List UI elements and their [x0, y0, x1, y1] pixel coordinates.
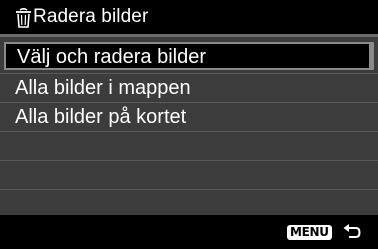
empty-menu-row — [0, 161, 378, 190]
menu-item-select-and-delete[interactable]: Välj och radera bilder — [4, 42, 374, 70]
menu-item-label: Alla bilder på kortet — [15, 106, 187, 128]
title-bar: Radera bilder — [0, 0, 378, 34]
menu-item-all-in-folder[interactable]: Alla bilder i mappen — [0, 74, 378, 103]
empty-menu-row — [0, 132, 378, 161]
return-arrow-icon[interactable] — [343, 224, 361, 240]
delete-images-screen: Radera bilder Välj och radera bilder All… — [0, 0, 378, 249]
menu-item-all-on-card[interactable]: Alla bilder på kortet — [0, 103, 378, 132]
bottom-bar: MENU — [0, 215, 378, 249]
menu-list: Välj och radera bilder Alla bilder i map… — [0, 37, 378, 215]
menu-item-label: Alla bilder i mappen — [15, 77, 191, 99]
menu-button[interactable]: MENU — [287, 225, 332, 240]
page-title: Radera bilder — [33, 6, 149, 27]
trash-icon — [16, 8, 31, 28]
menu-item-label: Välj och radera bilder — [17, 46, 206, 68]
